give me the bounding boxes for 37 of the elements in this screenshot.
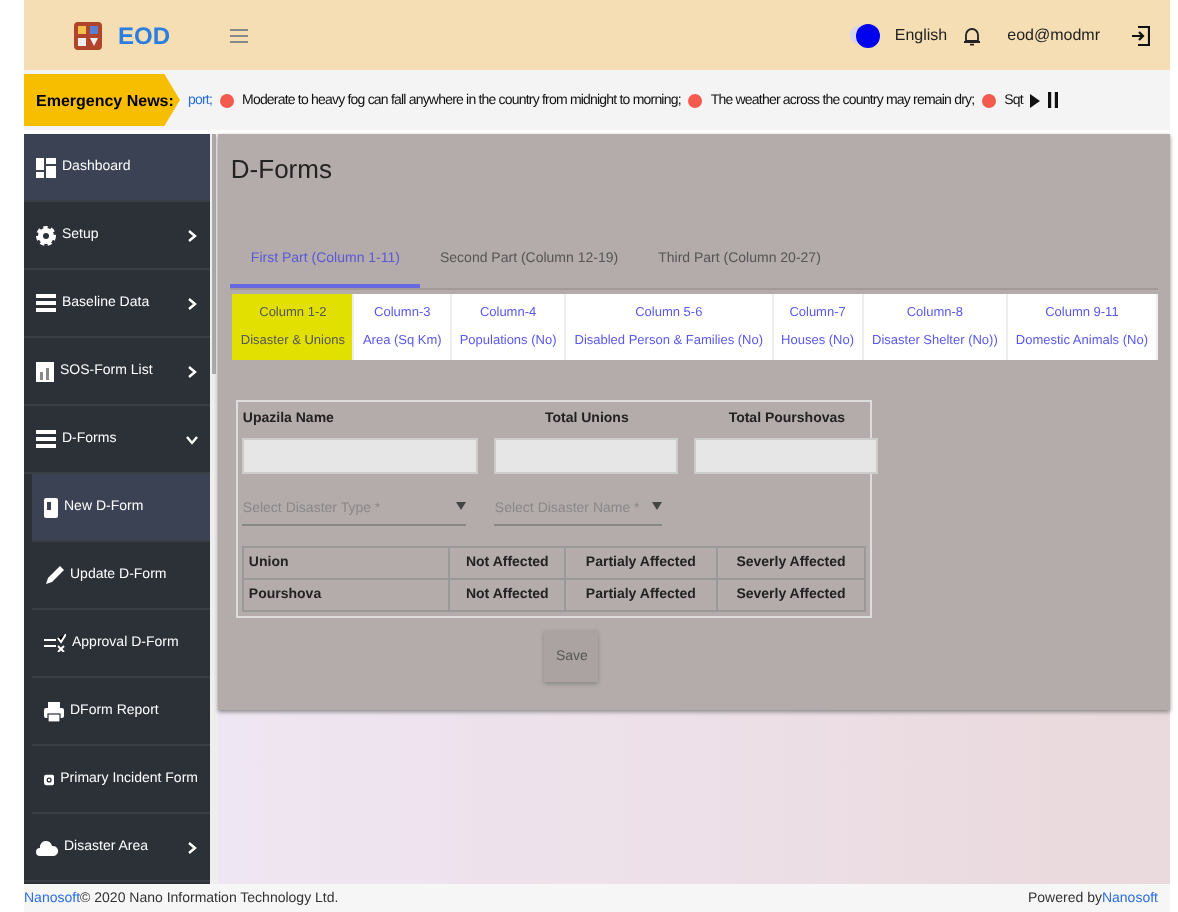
dropdown-icon: [456, 502, 467, 510]
list-icon: [36, 430, 56, 448]
chevron-icon: [186, 229, 198, 241]
scrollbar[interactable]: [210, 134, 219, 884]
list-icon: [36, 294, 56, 312]
pause-icon[interactable]: [1048, 92, 1059, 108]
chevron-icon: [186, 365, 198, 377]
menu-icon[interactable]: [230, 27, 249, 43]
pencil-icon: [44, 565, 64, 585]
dashboard-icon: [36, 157, 56, 177]
chevron-icon: [186, 433, 198, 445]
camera-icon: [44, 769, 55, 789]
news-label: Emergency News:: [24, 74, 180, 126]
logout-icon[interactable]: [1132, 25, 1150, 45]
logo-icon: [74, 21, 102, 49]
input-field[interactable]: [494, 438, 679, 474]
chart-icon: [36, 361, 54, 381]
brand-name: EOD: [118, 21, 171, 49]
cloud-icon: [36, 839, 58, 855]
bullet-dot: [982, 93, 997, 107]
user-name[interactable]: eod@modmr: [1007, 26, 1100, 44]
bullet-dot: [220, 93, 235, 107]
page-title: D-Forms: [230, 154, 334, 184]
chevron-icon: [186, 297, 198, 309]
dropdown-icon: [652, 502, 663, 510]
theme-toggle[interactable]: [850, 26, 879, 44]
language-label[interactable]: English: [894, 26, 948, 44]
play-icon[interactable]: [1030, 93, 1041, 107]
printer-icon: [44, 701, 64, 721]
input-field[interactable]: [694, 438, 879, 474]
bell-icon[interactable]: [963, 25, 980, 45]
document-icon: [44, 497, 58, 517]
checklist-icon: [44, 634, 66, 652]
settings-icon: [36, 225, 56, 245]
chevron-icon: [186, 841, 198, 853]
input-field[interactable]: [242, 438, 479, 474]
bullet-dot: [688, 93, 703, 107]
